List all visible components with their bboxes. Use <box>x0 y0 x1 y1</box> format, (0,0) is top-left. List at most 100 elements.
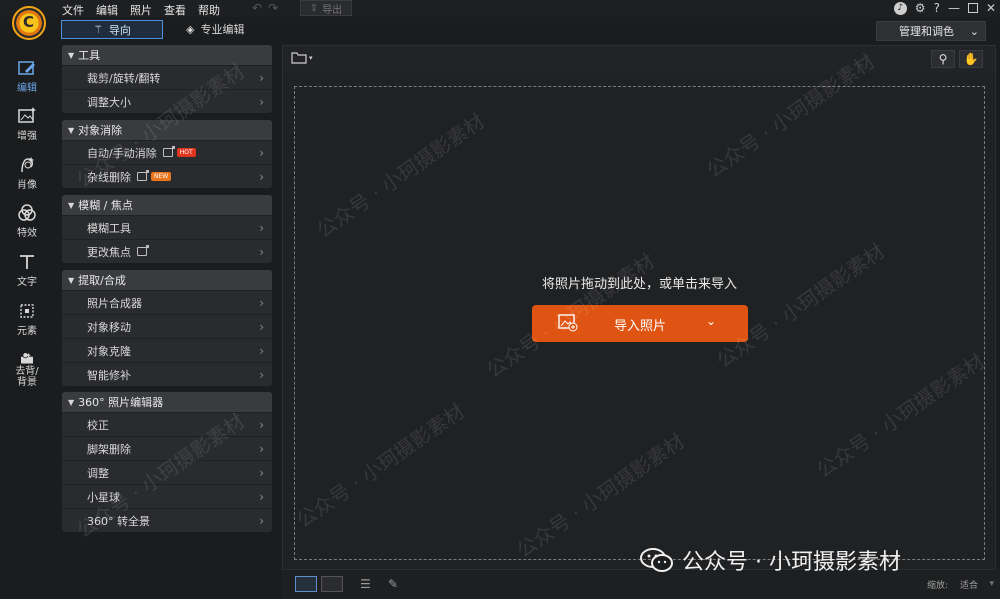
tool-auto-manual-removal[interactable]: 自动/手动消除 HOT › <box>62 140 272 164</box>
tool-object-move[interactable]: 对象移动 › <box>62 314 272 338</box>
ai-icon <box>137 170 149 181</box>
chevron-right-icon: › <box>259 442 264 456</box>
group-header-object-removal[interactable]: ▼ 对象消除 <box>62 120 272 140</box>
rail-item-edit[interactable]: 编辑 <box>0 50 54 96</box>
tool-panel: ▼ 工具 裁剪/旋转/翻转 › 调整大小 › ▼ 对象消除 自动/手动消除 HOT › 杂线… <box>62 45 272 535</box>
tool-label: 脚架删除 <box>87 442 131 456</box>
group-title: 模糊 / 焦点 <box>78 199 133 212</box>
rail-item-effects[interactable]: 特效 <box>0 195 54 241</box>
tab-pro-edit[interactable]: ◈ 专业编辑 <box>186 21 244 37</box>
chevron-right-icon: › <box>259 490 264 504</box>
tool-label: 校正 <box>87 418 109 432</box>
minimize-icon[interactable]: — <box>948 1 960 15</box>
zoom-tool-button[interactable]: ⚲ <box>931 50 955 68</box>
tool-label: 360° 转全景 <box>87 514 150 528</box>
undo-redo-group: ↶↷ <box>252 1 284 15</box>
close-icon[interactable]: ✕ <box>986 1 996 15</box>
notification-icon[interactable]: ♪ <box>893 1 907 15</box>
chevron-right-icon: › <box>259 368 264 382</box>
tool-label: 模糊工具 <box>87 221 131 235</box>
app-logo-glyph: C <box>23 13 35 31</box>
redo-icon[interactable]: ↷ <box>268 1 284 15</box>
tool-wire-removal[interactable]: 杂线删除 NEW › <box>62 164 272 188</box>
zoom-label: 缩放: <box>926 581 948 591</box>
hot-badge: HOT <box>176 148 196 157</box>
tool-adjust[interactable]: 调整 › <box>62 460 272 484</box>
edit-icon <box>18 61 35 75</box>
undo-icon[interactable]: ↶ <box>252 1 268 15</box>
photo-drop-zone[interactable]: 将照片拖动到此处，或单击来导入 导入照片 ⌄ <box>294 86 985 560</box>
help-icon[interactable]: ? <box>934 1 940 15</box>
wechat-icon <box>640 548 673 572</box>
tool-label: 对象移动 <box>87 320 131 334</box>
tool-tripod-removal[interactable]: 脚架删除 › <box>62 436 272 460</box>
tool-object-clone[interactable]: 对象克隆 › <box>62 338 272 362</box>
export-label: 导出 <box>322 4 343 16</box>
tool-photo-composer[interactable]: 照片合成器 › <box>62 290 272 314</box>
zoom-value: 适合 <box>959 581 978 591</box>
group-header-360-editor[interactable]: ▼ 360° 照片编辑器 <box>62 392 272 412</box>
export-button[interactable]: ⇪ 导出 <box>300 0 352 16</box>
group-header-blur-focus[interactable]: ▼ 模糊 / 焦点 <box>62 195 272 215</box>
tool-change-focus[interactable]: 更改焦点 › <box>62 239 272 263</box>
group-title: 提取/合成 <box>78 274 126 287</box>
drop-instruction: 将照片拖动到此处，或单击来导入 <box>541 277 737 292</box>
workspace: ▾ ⚲ ✋ 将照片拖动到此处，或单击来导入 导入照片 ⌄ <box>282 45 996 570</box>
magnifier-icon: ⚲ <box>938 52 948 66</box>
rail-item-enhance[interactable]: 增强 <box>0 98 54 144</box>
menu-photo[interactable]: 照片 <box>130 2 152 18</box>
app-logo: C <box>12 6 46 40</box>
chevron-right-icon: › <box>259 514 264 528</box>
hand-icon: ✋ <box>963 52 979 66</box>
chevron-right-icon: › <box>259 146 264 160</box>
magic-wand-icon: ⚚ <box>93 23 103 36</box>
tool-resize[interactable]: 调整大小 › <box>62 89 272 113</box>
settings-gear-icon[interactable]: ⚙ <box>915 1 926 15</box>
rail-item-portrait[interactable]: 肖像 <box>0 147 54 193</box>
menu-edit[interactable]: 编辑 <box>96 2 118 18</box>
tab-guide-mode[interactable]: ⚚ 导向 <box>61 20 163 39</box>
tool-blur[interactable]: 模糊工具 › <box>62 215 272 239</box>
compare-view-button[interactable] <box>321 576 343 592</box>
chevron-right-icon: › <box>259 71 264 85</box>
chevron-down-icon[interactable]: ▾ <box>989 579 994 589</box>
chevron-down-icon[interactable]: ⌄ <box>706 314 716 328</box>
chevron-right-icon: › <box>259 320 264 334</box>
import-photo-button[interactable]: 导入照片 ⌄ <box>532 305 748 342</box>
menu-file[interactable]: 文件 <box>62 2 84 18</box>
tool-little-planet[interactable]: 小星球 › <box>62 484 272 508</box>
menu-help[interactable]: 帮助 <box>198 2 220 18</box>
tool-360-to-panorama[interactable]: 360° 转全景 › <box>62 508 272 532</box>
rail-label-bg-line1: 去背/ <box>15 366 39 377</box>
chevron-right-icon: › <box>259 466 264 480</box>
tool-correction[interactable]: 校正 › <box>62 412 272 436</box>
open-folder-button[interactable]: ▾ <box>291 51 313 64</box>
tool-smart-patch[interactable]: 智能修补 › <box>62 362 272 386</box>
maximize-icon[interactable] <box>967 3 978 13</box>
adjust-list-icon[interactable]: ☰ <box>360 577 371 591</box>
import-label: 导入照片 <box>614 319 667 334</box>
menu-view[interactable]: 查看 <box>164 2 186 18</box>
effects-icon <box>18 204 36 221</box>
tool-crop-rotate-flip[interactable]: 裁剪/旋转/翻转 › <box>62 65 272 89</box>
tool-label: 调整 <box>87 466 109 480</box>
group-360-editor: ▼ 360° 照片编辑器 校正 › 脚架删除 › 调整 › 小星球 › 360° 转全景 › <box>62 392 272 532</box>
group-tools: ▼ 工具 裁剪/旋转/翻转 › 调整大小 › <box>62 45 272 113</box>
group-header-tools[interactable]: ▼ 工具 <box>62 45 272 65</box>
manage-and-grade-dropdown[interactable]: 管理和调色 ⌄ <box>876 21 986 41</box>
zoom-control[interactable]: 缩放: 适合 <box>927 578 978 591</box>
rail-label-edit: 编辑 <box>17 83 37 94</box>
background-removal-icon <box>21 352 33 364</box>
enhance-icon <box>18 107 36 123</box>
pan-tool-button[interactable]: ✋ <box>959 50 983 68</box>
rail-item-text[interactable]: 文字 <box>0 244 54 290</box>
rail-item-elements[interactable]: 元素 <box>0 293 54 339</box>
tool-label: 裁剪/旋转/翻转 <box>87 71 161 85</box>
rail-item-background-removal[interactable]: 去背/ 背景 <box>0 342 54 388</box>
group-blur-focus: ▼ 模糊 / 焦点 模糊工具 › 更改焦点 › <box>62 195 272 263</box>
group-header-extract-compose[interactable]: ▼ 提取/合成 <box>62 270 272 290</box>
brush-icon[interactable]: ✎ <box>388 577 398 591</box>
brand-watermark: 公众号 · 小珂摄影素材 <box>640 544 901 576</box>
collapse-triangle-icon: ▼ <box>68 125 75 135</box>
single-view-button[interactable] <box>295 576 317 592</box>
